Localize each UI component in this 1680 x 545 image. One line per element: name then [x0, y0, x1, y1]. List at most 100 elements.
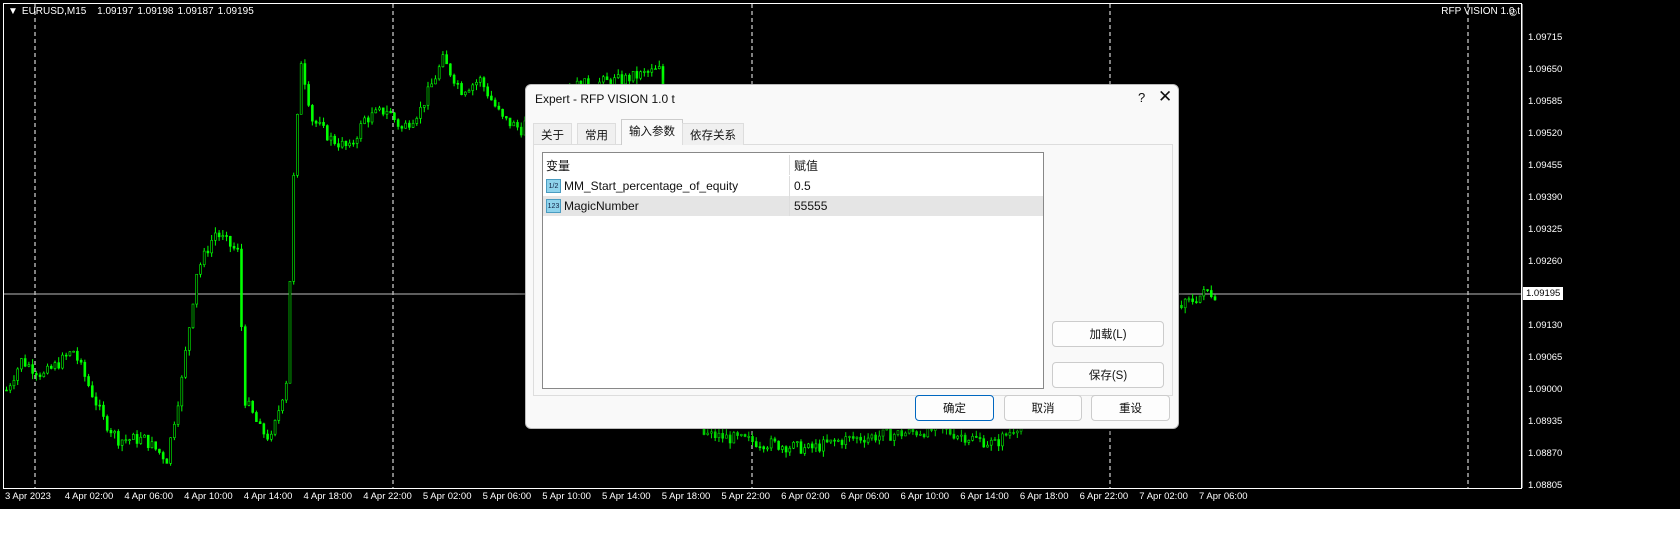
- candle-body: [624, 74, 627, 85]
- param-name: MagicNumber: [564, 199, 639, 213]
- open-value: 1.09197: [97, 6, 134, 17]
- close-button[interactable]: ✕: [1158, 87, 1172, 107]
- tab-common[interactable]: 常用: [577, 123, 616, 145]
- candle-body: [740, 434, 743, 436]
- time-axis-label: 7 Apr 06:00: [1199, 491, 1248, 502]
- table-row[interactable]: 123 MagicNumber 55555: [543, 196, 1043, 216]
- candle-body: [191, 303, 195, 329]
- candle-body: [322, 122, 325, 126]
- candle-body: [158, 448, 161, 453]
- table-header: 变量 赋值: [543, 155, 1043, 175]
- candle-body: [113, 431, 116, 434]
- candle-body: [467, 90, 471, 93]
- candle-body: [396, 119, 400, 127]
- candle-body: [46, 365, 49, 374]
- param-value[interactable]: 0.5: [790, 179, 811, 193]
- candle-body: [143, 434, 146, 438]
- candle-body: [900, 430, 904, 437]
- candle-body: [982, 438, 986, 448]
- candle-body: [180, 376, 184, 407]
- dialog-title: Expert - RFP VISION 1.0 t: [535, 92, 675, 106]
- candle-body: [736, 432, 739, 436]
- candle-body: [340, 140, 344, 148]
- candle-body: [378, 107, 381, 111]
- candle-body: [1209, 290, 1213, 298]
- candle-body: [53, 362, 57, 369]
- cancel-button[interactable]: 取消: [1004, 395, 1082, 421]
- candle-body: [408, 122, 411, 128]
- candle-body: [829, 439, 833, 443]
- price-axis-label: 1.09130: [1528, 320, 1563, 331]
- candle-body: [79, 360, 83, 363]
- candle-body: [1012, 432, 1015, 434]
- time-axis-label: 5 Apr 14:00: [602, 491, 651, 502]
- ok-button[interactable]: 确定: [915, 395, 994, 421]
- candle-body: [822, 439, 825, 452]
- candle-body: [90, 385, 94, 398]
- price-axis-label: 1.09000: [1528, 384, 1563, 395]
- candle-body: [657, 66, 661, 69]
- param-value[interactable]: 55555: [790, 199, 827, 213]
- candle-body: [437, 66, 441, 80]
- params-table[interactable]: 变量 赋值 1/2 MM_Start_percentage_of_equity 0…: [542, 152, 1044, 389]
- price-axis-label: 1.09585: [1528, 96, 1563, 107]
- time-axis-label: 6 Apr 10:00: [900, 491, 950, 502]
- candle-body: [187, 327, 191, 351]
- table-row[interactable]: 1/2 MM_Start_percentage_of_equity 0.5: [543, 176, 1043, 196]
- candle-body: [132, 434, 135, 440]
- candle-body: [16, 368, 19, 381]
- candle-body: [848, 436, 851, 438]
- candle-body: [1195, 301, 1198, 303]
- dropdown-triangle-icon[interactable]: ▼: [8, 6, 18, 17]
- candle-body: [221, 235, 225, 238]
- candle-body: [974, 436, 978, 438]
- tab-dependencies[interactable]: 依存关系: [682, 123, 744, 145]
- load-button[interactable]: 加载(L): [1052, 321, 1164, 347]
- price-axis-label: 1.09650: [1528, 64, 1563, 75]
- candle-body: [1213, 296, 1217, 301]
- candle-body: [892, 434, 896, 441]
- candle-body: [1198, 295, 1202, 303]
- candle-body: [57, 362, 61, 369]
- price-axis-label: 1.09455: [1528, 160, 1563, 171]
- tab-inputs[interactable]: 输入参数: [621, 119, 683, 145]
- param-name: MM_Start_percentage_of_equity: [564, 179, 739, 193]
- candle-body: [307, 84, 310, 106]
- candle-body: [505, 116, 508, 119]
- candle-body: [997, 439, 1000, 447]
- column-value[interactable]: 赋值: [790, 157, 818, 174]
- candle-body: [352, 142, 355, 145]
- save-button[interactable]: 保存(S): [1052, 362, 1164, 388]
- candle-body: [251, 400, 254, 413]
- candle-body: [337, 143, 340, 148]
- candle-body: [650, 68, 654, 73]
- reset-button[interactable]: 重设: [1091, 395, 1170, 421]
- candle-body: [128, 439, 131, 441]
- candle-body: [370, 112, 374, 123]
- candle-body: [117, 431, 120, 446]
- candle-body: [146, 434, 150, 448]
- candle-body: [68, 351, 72, 356]
- candle-body: [825, 439, 829, 443]
- tab-about[interactable]: 关于: [533, 123, 572, 145]
- candle-body: [1001, 433, 1004, 447]
- column-variable[interactable]: 变量: [543, 155, 790, 175]
- candle-body: [430, 83, 434, 88]
- candle-body: [165, 458, 169, 464]
- candle-body: [781, 446, 784, 450]
- candle-body: [870, 434, 874, 439]
- candle-body: [751, 436, 754, 442]
- candle-body: [23, 358, 27, 367]
- help-button[interactable]: ?: [1138, 90, 1145, 105]
- candle-body: [329, 135, 333, 141]
- candle-body: [1206, 289, 1209, 291]
- time-axis-label: 4 Apr 06:00: [124, 491, 173, 502]
- candle-body: [904, 432, 907, 437]
- candle-body: [333, 135, 337, 144]
- candle-body: [706, 432, 710, 435]
- candle-body: [154, 441, 157, 450]
- candle-body: [915, 431, 918, 436]
- smiley-icon[interactable]: ☺: [1507, 6, 1519, 18]
- price-axis-label: 1.09260: [1528, 256, 1563, 267]
- candle-body: [225, 235, 228, 237]
